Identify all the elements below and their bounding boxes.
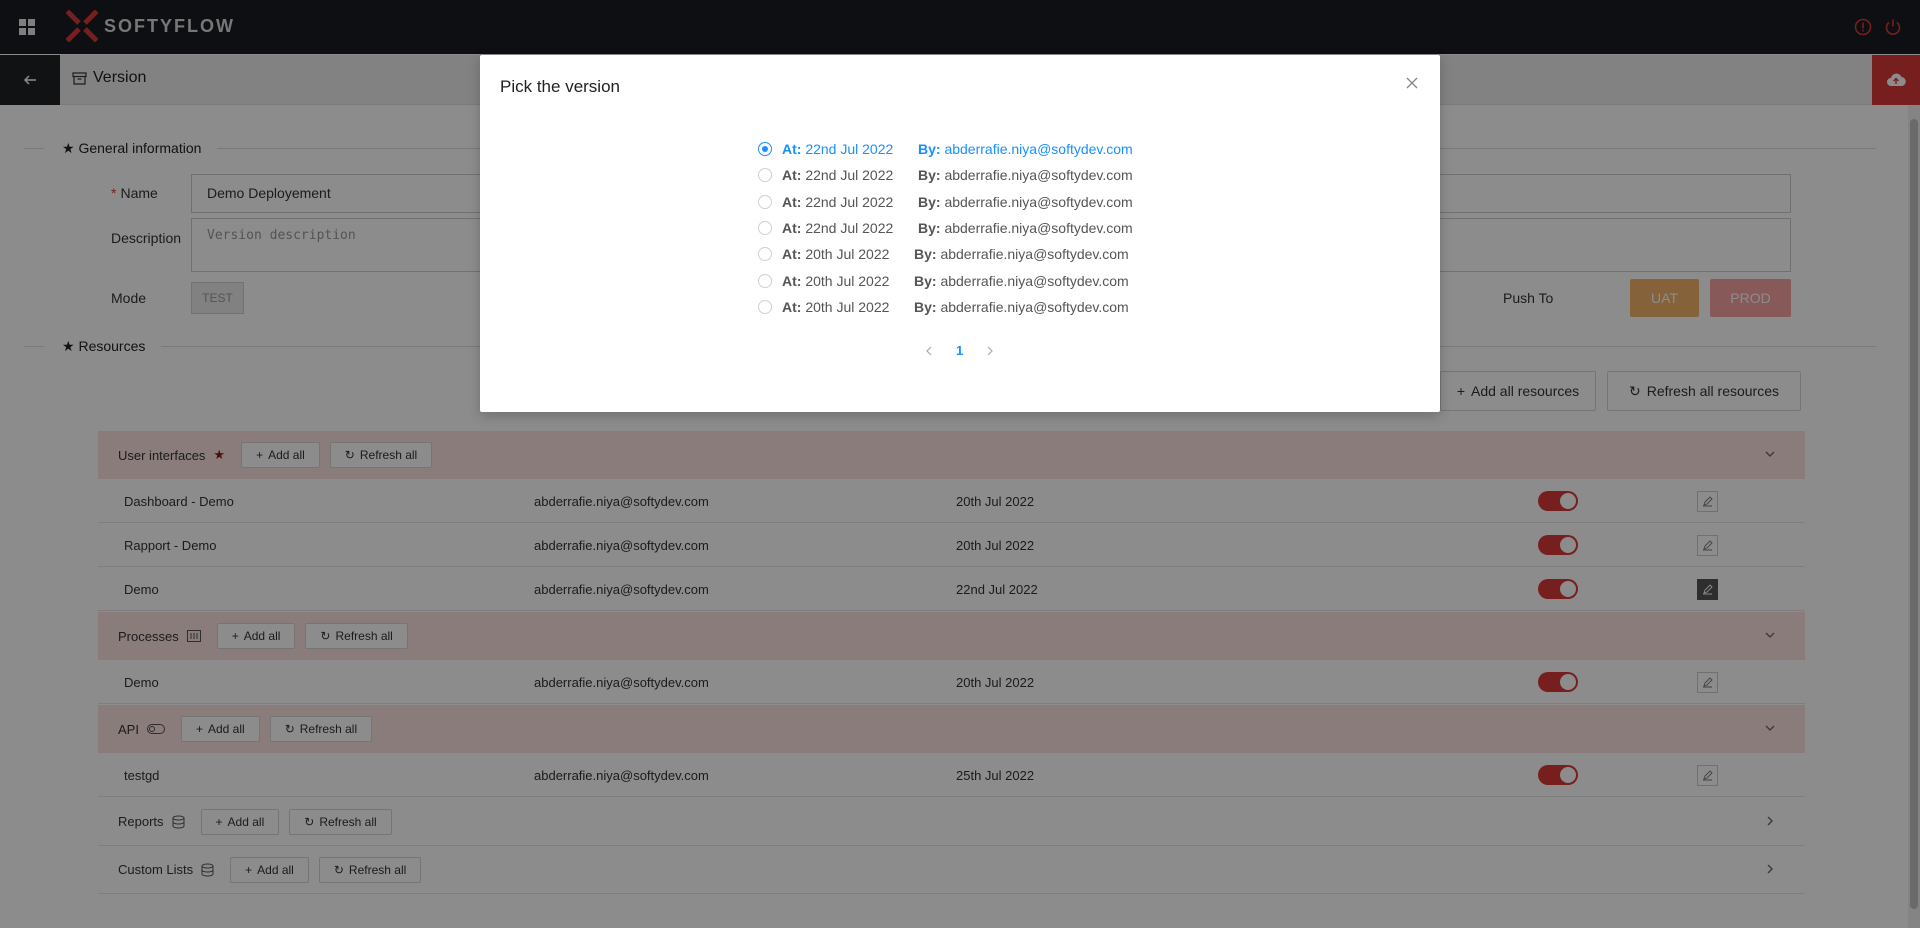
version-option[interactable]: At: 20th Jul 2022 By: abderrafie.niya@sof…: [758, 241, 1133, 267]
radio-button[interactable]: [758, 194, 772, 209]
radio-button[interactable]: [758, 299, 772, 314]
pick-version-modal: Pick the version At: 22nd Jul 2022 By: ab…: [480, 55, 1440, 412]
pagination: 1: [924, 343, 995, 358]
radio-button[interactable]: [758, 273, 772, 288]
radio-button[interactable]: [758, 247, 772, 262]
radio-button[interactable]: [758, 221, 772, 236]
version-option[interactable]: At: 20th Jul 2022 By: abderrafie.niya@sof…: [758, 294, 1133, 320]
version-option[interactable]: At: 20th Jul 2022 By: abderrafie.niya@sof…: [758, 267, 1133, 293]
chevron-left-icon[interactable]: [924, 346, 934, 356]
version-options: At: 22nd Jul 2022 By: abderrafie.niya@sof…: [758, 136, 1133, 320]
chevron-right-icon[interactable]: [985, 346, 995, 356]
version-option[interactable]: At: 22nd Jul 2022 By: abderrafie.niya@sof…: [758, 162, 1133, 188]
version-option[interactable]: At: 22nd Jul 2022 By: abderrafie.niya@sof…: [758, 215, 1133, 241]
version-option[interactable]: At: 22nd Jul 2022 By: abderrafie.niya@sof…: [758, 136, 1133, 162]
close-icon[interactable]: [1404, 75, 1420, 91]
page-number[interactable]: 1: [956, 343, 963, 358]
modal-title: Pick the version: [500, 77, 620, 96]
radio-button[interactable]: [758, 142, 772, 157]
version-option[interactable]: At: 22nd Jul 2022 By: abderrafie.niya@sof…: [758, 189, 1133, 215]
radio-button[interactable]: [758, 168, 772, 183]
